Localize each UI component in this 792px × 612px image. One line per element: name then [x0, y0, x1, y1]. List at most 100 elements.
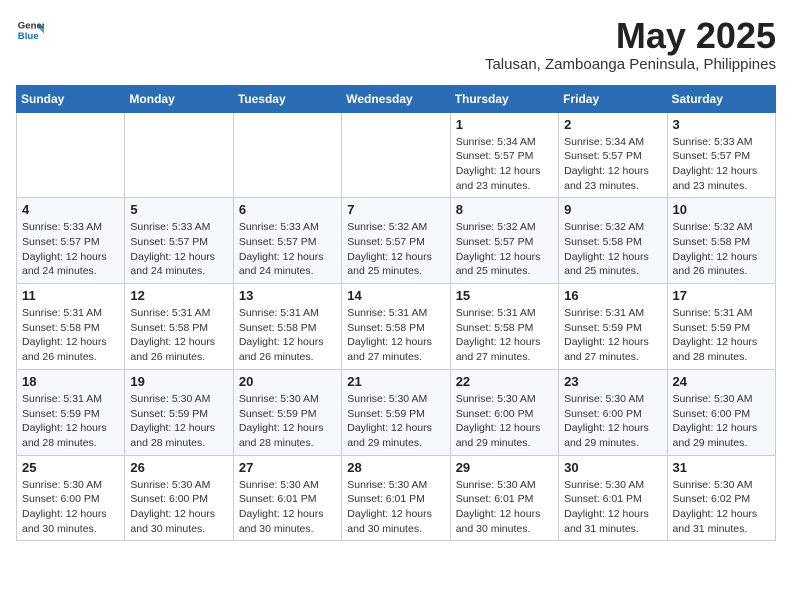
calendar-cell: 4Sunrise: 5:33 AM Sunset: 5:57 PM Daylig… [17, 198, 125, 284]
day-info: Sunrise: 5:34 AM Sunset: 5:57 PM Dayligh… [564, 135, 661, 194]
calendar-cell: 8Sunrise: 5:32 AM Sunset: 5:57 PM Daylig… [450, 198, 558, 284]
calendar-cell [125, 112, 233, 198]
day-number: 31 [673, 460, 770, 475]
calendar-cell: 14 Sunrise: 5:31 AM Sunset: 5:58 PM Dayli… [342, 284, 450, 370]
weekday-header-thursday: Thursday [450, 85, 558, 112]
day-number: 25 [22, 460, 119, 475]
calendar-cell: 15Sunrise: 5:31 AM Sunset: 5:58 PM Dayli… [450, 284, 558, 370]
calendar-cell: 23 Sunrise: 5:30 AM Sunset: 6:00 PM Dayli… [559, 369, 667, 455]
calendar-cell: 31Sunrise: 5:30 AM Sunset: 6:02 PM Dayli… [667, 455, 775, 541]
day-number: 17 [673, 288, 770, 303]
weekday-header-friday: Friday [559, 85, 667, 112]
day-info: Sunrise: 5:30 AM Sunset: 6:00 PM Dayligh… [673, 392, 770, 451]
day-number: 15 [456, 288, 553, 303]
calendar-cell: 30 Sunrise: 5:30 AM Sunset: 6:01 PM Dayli… [559, 455, 667, 541]
weekday-header-saturday: Saturday [667, 85, 775, 112]
day-info: Sunrise: 5:30 AM Sunset: 6:01 PM Dayligh… [347, 478, 444, 537]
day-info: Sunrise: 5:31 AM Sunset: 5:58 PM Dayligh… [22, 306, 119, 365]
calendar-cell: 5 Sunrise: 5:33 AM Sunset: 5:57 PM Daylig… [125, 198, 233, 284]
calendar-cell: 9Sunrise: 5:32 AM Sunset: 5:58 PM Daylig… [559, 198, 667, 284]
day-number: 27 [239, 460, 336, 475]
calendar-cell [233, 112, 341, 198]
calendar-cell: 12 Sunrise: 5:31 AM Sunset: 5:58 PM Dayli… [125, 284, 233, 370]
day-info: Sunrise: 5:31 AM Sunset: 5:59 PM Dayligh… [673, 306, 770, 365]
day-number: 26 [130, 460, 227, 475]
day-info: Sunrise: 5:30 AM Sunset: 6:00 PM Dayligh… [22, 478, 119, 537]
calendar-cell: 18 Sunrise: 5:31 AM Sunset: 5:59 PM Dayli… [17, 369, 125, 455]
day-number: 14 [347, 288, 444, 303]
calendar-cell: 1Sunrise: 5:34 AM Sunset: 5:57 PM Daylig… [450, 112, 558, 198]
day-info: Sunrise: 5:32 AM Sunset: 5:57 PM Dayligh… [347, 220, 444, 279]
day-number: 9 [564, 202, 661, 217]
svg-text:Blue: Blue [18, 31, 39, 42]
calendar-week-row: 11Sunrise: 5:31 AM Sunset: 5:58 PM Dayli… [17, 284, 776, 370]
calendar-cell [342, 112, 450, 198]
weekday-header-monday: Monday [125, 85, 233, 112]
day-number: 19 [130, 374, 227, 389]
day-info: Sunrise: 5:30 AM Sunset: 6:01 PM Dayligh… [564, 478, 661, 537]
calendar-cell: 7 Sunrise: 5:32 AM Sunset: 5:57 PM Daylig… [342, 198, 450, 284]
day-info: Sunrise: 5:30 AM Sunset: 5:59 PM Dayligh… [347, 392, 444, 451]
day-info: Sunrise: 5:32 AM Sunset: 5:58 PM Dayligh… [673, 220, 770, 279]
calendar-week-row: 25 Sunrise: 5:30 AM Sunset: 6:00 PM Dayli… [17, 455, 776, 541]
logo-icon: General Blue [16, 16, 44, 44]
calendar-cell: 19Sunrise: 5:30 AM Sunset: 5:59 PM Dayli… [125, 369, 233, 455]
weekday-header-tuesday: Tuesday [233, 85, 341, 112]
location-title: Talusan, Zamboanga Peninsula, Philippine… [485, 56, 776, 73]
day-number: 18 [22, 374, 119, 389]
calendar-week-row: 18 Sunrise: 5:31 AM Sunset: 5:59 PM Dayli… [17, 369, 776, 455]
calendar-cell: 25 Sunrise: 5:30 AM Sunset: 6:00 PM Dayli… [17, 455, 125, 541]
calendar-cell: 27 Sunrise: 5:30 AM Sunset: 6:01 PM Dayli… [233, 455, 341, 541]
calendar-cell: 28 Sunrise: 5:30 AM Sunset: 6:01 PM Dayli… [342, 455, 450, 541]
day-number: 20 [239, 374, 336, 389]
day-info: Sunrise: 5:33 AM Sunset: 5:57 PM Dayligh… [130, 220, 227, 279]
calendar-week-row: 4 Sunrise: 5:33 AM Sunset: 5:57 PM Daylig… [17, 198, 776, 284]
page-header: General Blue May 2025 Talusan, Zamboanga… [16, 16, 776, 73]
calendar-cell: 20 Sunrise: 5:30 AM Sunset: 5:59 PM Dayli… [233, 369, 341, 455]
calendar-cell: 16 Sunrise: 5:31 AM Sunset: 5:59 PM Dayli… [559, 284, 667, 370]
calendar-cell: 22 Sunrise: 5:30 AM Sunset: 6:00 PM Dayli… [450, 369, 558, 455]
day-number: 16 [564, 288, 661, 303]
day-info: Sunrise: 5:33 AM Sunset: 5:57 PM Dayligh… [673, 135, 770, 194]
day-number: 4 [22, 202, 119, 217]
calendar-week-row: 1Sunrise: 5:34 AM Sunset: 5:57 PM Daylig… [17, 112, 776, 198]
weekday-header-row: SundayMondayTuesdayWednesdayThursdayFrid… [17, 85, 776, 112]
weekday-header-sunday: Sunday [17, 85, 125, 112]
day-number: 8 [456, 202, 553, 217]
weekday-header-wednesday: Wednesday [342, 85, 450, 112]
calendar-cell [17, 112, 125, 198]
day-info: Sunrise: 5:30 AM Sunset: 6:01 PM Dayligh… [239, 478, 336, 537]
calendar-cell: 29Sunrise: 5:30 AM Sunset: 6:01 PM Dayli… [450, 455, 558, 541]
day-number: 5 [130, 202, 227, 217]
day-info: Sunrise: 5:30 AM Sunset: 6:01 PM Dayligh… [456, 478, 553, 537]
day-number: 30 [564, 460, 661, 475]
day-info: Sunrise: 5:30 AM Sunset: 6:00 PM Dayligh… [456, 392, 553, 451]
logo: General Blue [16, 16, 44, 44]
day-number: 22 [456, 374, 553, 389]
day-number: 6 [239, 202, 336, 217]
calendar-cell: 21Sunrise: 5:30 AM Sunset: 5:59 PM Dayli… [342, 369, 450, 455]
day-info: Sunrise: 5:31 AM Sunset: 5:58 PM Dayligh… [239, 306, 336, 365]
calendar-cell: 17 Sunrise: 5:31 AM Sunset: 5:59 PM Dayli… [667, 284, 775, 370]
day-number: 24 [673, 374, 770, 389]
calendar-cell: 3 Sunrise: 5:33 AM Sunset: 5:57 PM Daylig… [667, 112, 775, 198]
day-info: Sunrise: 5:31 AM Sunset: 5:59 PM Dayligh… [22, 392, 119, 451]
month-title: May 2025 [485, 16, 776, 56]
day-info: Sunrise: 5:31 AM Sunset: 5:58 PM Dayligh… [347, 306, 444, 365]
day-info: Sunrise: 5:30 AM Sunset: 5:59 PM Dayligh… [239, 392, 336, 451]
day-info: Sunrise: 5:31 AM Sunset: 5:58 PM Dayligh… [130, 306, 227, 365]
day-number: 3 [673, 117, 770, 132]
day-number: 2 [564, 117, 661, 132]
day-number: 28 [347, 460, 444, 475]
day-info: Sunrise: 5:34 AM Sunset: 5:57 PM Dayligh… [456, 135, 553, 194]
day-number: 12 [130, 288, 227, 303]
day-number: 13 [239, 288, 336, 303]
day-number: 7 [347, 202, 444, 217]
calendar-cell: 26Sunrise: 5:30 AM Sunset: 6:00 PM Dayli… [125, 455, 233, 541]
day-number: 23 [564, 374, 661, 389]
calendar-cell: 6Sunrise: 5:33 AM Sunset: 5:57 PM Daylig… [233, 198, 341, 284]
calendar-cell: 2 Sunrise: 5:34 AM Sunset: 5:57 PM Daylig… [559, 112, 667, 198]
day-info: Sunrise: 5:31 AM Sunset: 5:59 PM Dayligh… [564, 306, 661, 365]
day-info: Sunrise: 5:30 AM Sunset: 6:00 PM Dayligh… [564, 392, 661, 451]
day-number: 10 [673, 202, 770, 217]
